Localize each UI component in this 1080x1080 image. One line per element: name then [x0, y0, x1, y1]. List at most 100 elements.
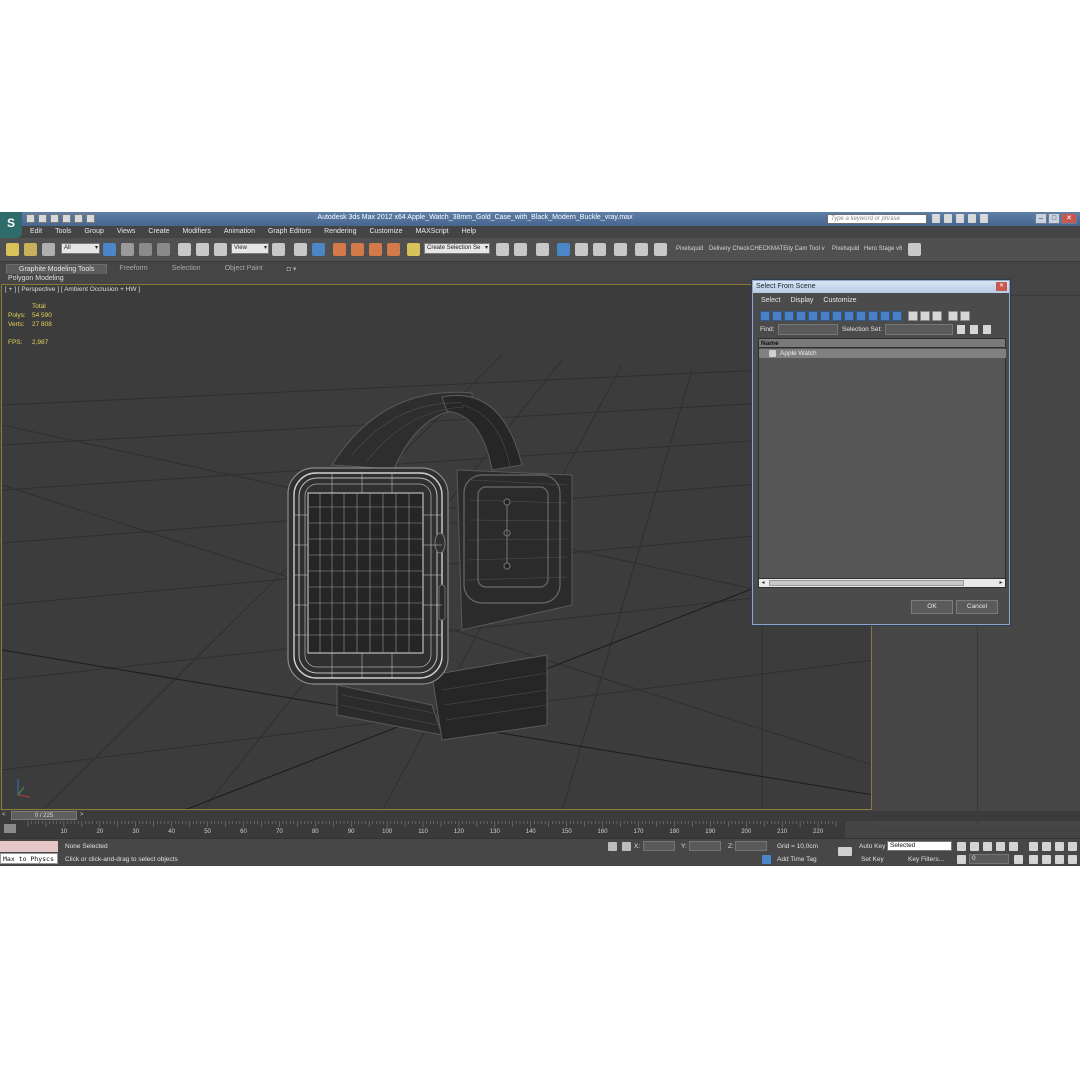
time-slider-prev-icon[interactable]: < — [2, 812, 6, 818]
menu-views[interactable]: Views — [109, 226, 141, 238]
dialog-close-icon[interactable]: ✕ — [996, 282, 1007, 291]
percent-snap-icon[interactable] — [369, 243, 382, 256]
filter-shapes-icon[interactable] — [772, 311, 782, 321]
menu-edit[interactable]: Edit — [22, 226, 47, 238]
time-slider-next-icon[interactable]: > — [80, 812, 84, 818]
filter-helpers-icon[interactable] — [808, 311, 818, 321]
subscription-icon[interactable] — [944, 214, 952, 223]
ref-coord-dropdown[interactable]: View — [231, 243, 269, 254]
tab-freeform[interactable]: Freeform — [107, 264, 159, 274]
rect-selection-icon[interactable] — [139, 243, 152, 256]
time-slider-thumb[interactable]: 0 / 225 — [11, 811, 77, 820]
menu-create[interactable]: Create — [140, 226, 174, 238]
spinner-snap-icon[interactable] — [387, 243, 400, 256]
window-crossing-icon[interactable] — [157, 243, 170, 256]
filter-spacewarps-icon[interactable] — [820, 311, 830, 321]
selection-filter-dropdown[interactable]: All — [61, 243, 100, 254]
maximize-icon[interactable]: □ — [1048, 213, 1060, 224]
list-item[interactable]: Apple Watch — [759, 349, 1006, 358]
orbit-icon[interactable] — [1055, 855, 1064, 864]
filter-geometry-icon[interactable] — [760, 311, 770, 321]
y-coord-field[interactable] — [689, 841, 721, 851]
menu-help[interactable]: Help — [454, 226, 481, 238]
plugin-pixelsquid[interactable]: Pixelsquid — [676, 246, 703, 252]
curve-editor-icon[interactable] — [575, 243, 588, 256]
z-coord-field[interactable] — [735, 841, 767, 851]
select-manipulate-icon[interactable] — [294, 243, 307, 256]
x-coord-field[interactable] — [643, 841, 675, 851]
tab-object-paint[interactable]: Object Paint — [213, 264, 275, 274]
dialog-menu-customize[interactable]: Customize — [823, 297, 856, 304]
angle-snap-icon[interactable] — [351, 243, 364, 256]
rotate-icon[interactable] — [196, 243, 209, 256]
edit-named-selection-icon[interactable] — [407, 243, 420, 256]
case-sensitive-icon[interactable] — [983, 325, 991, 334]
menu-maxscript[interactable]: MAXScript — [408, 226, 454, 238]
selection-lock-icon[interactable] — [608, 842, 617, 851]
material-editor-icon[interactable] — [614, 243, 627, 256]
field-of-view-icon[interactable] — [1029, 855, 1038, 864]
plugin-checkmate[interactable]: CHECKMATE — [750, 246, 787, 252]
scale-icon[interactable] — [214, 243, 227, 256]
set-key-button[interactable]: Set Key — [861, 856, 884, 863]
key-icon[interactable] — [838, 847, 852, 856]
list-column-name[interactable]: Name — [759, 339, 1005, 348]
render-frame-icon[interactable] — [654, 243, 667, 256]
horizontal-scrollbar[interactable]: ◂ ▸ — [759, 578, 1005, 587]
close-icon[interactable]: ✕ — [1061, 213, 1077, 224]
filter-xrefs-icon[interactable] — [844, 311, 854, 321]
app-logo-button[interactable]: S — [0, 212, 22, 238]
add-time-tag-button[interactable]: Add Time Tag — [777, 856, 817, 863]
prev-frame-icon[interactable] — [970, 842, 979, 851]
teapot-icon[interactable] — [908, 243, 921, 256]
menu-modifiers[interactable]: Modifiers — [174, 226, 215, 238]
redo-icon[interactable] — [74, 214, 83, 223]
zoom-icon[interactable] — [1029, 842, 1038, 851]
project-folder-icon[interactable] — [86, 214, 95, 223]
absolute-mode-icon[interactable] — [622, 842, 631, 851]
ribbon-panel-label[interactable]: Polygon Modeling — [8, 275, 64, 282]
select-children-icon[interactable] — [970, 325, 978, 334]
goto-start-icon[interactable] — [957, 842, 966, 851]
time-tag-icon[interactable] — [762, 855, 771, 864]
maxscript-input[interactable]: Max to Physcs — [0, 853, 58, 864]
display-all-icon[interactable] — [908, 311, 918, 321]
unlink-icon[interactable] — [24, 243, 37, 256]
save-file-icon[interactable] — [50, 214, 59, 223]
render-setup-icon[interactable] — [635, 243, 648, 256]
select-dependents-icon[interactable] — [957, 325, 965, 334]
display-none-icon[interactable] — [920, 311, 930, 321]
sort-filter-icon[interactable] — [948, 311, 958, 321]
link-icon[interactable] — [6, 243, 19, 256]
favorites-star-icon[interactable] — [968, 214, 976, 223]
tab-selection[interactable]: Selection — [160, 264, 213, 274]
maximize-viewport-icon[interactable] — [1068, 855, 1077, 864]
ribbon-options-icon[interactable]: ◘ ▾ — [275, 264, 309, 274]
scene-render[interactable] — [2, 285, 872, 810]
find-input[interactable] — [778, 324, 838, 335]
scroll-left-icon[interactable]: ◂ — [759, 579, 767, 587]
selection-set-dropdown[interactable] — [885, 324, 953, 335]
plugin-cam-tool[interactable]: ity Cam Tool v — [787, 246, 825, 252]
dialog-title-bar[interactable]: Select From Scene ✕ — [753, 281, 1009, 293]
ok-button[interactable]: OK — [911, 600, 953, 614]
perspective-viewport[interactable]: [ + ] [ Perspective ] [ Ambient Occlusio… — [1, 284, 872, 810]
filter-groups-icon[interactable] — [832, 311, 842, 321]
filter-hidden-icon[interactable] — [892, 311, 902, 321]
dialog-menu-select[interactable]: Select — [761, 297, 780, 304]
undo-icon[interactable] — [62, 214, 71, 223]
current-frame-field[interactable]: 0 — [969, 854, 1009, 864]
track-bar[interactable]: 10 20 30 40 50 60 70 80 90 100 110 120 130 140 150 160 1… — [0, 821, 845, 838]
display-invert-icon[interactable] — [932, 311, 942, 321]
zoom-all-icon[interactable] — [1042, 842, 1051, 851]
graphite-toggle-icon[interactable] — [557, 243, 570, 256]
filter-containers-icon[interactable] — [868, 311, 878, 321]
menu-rendering[interactable]: Rendering — [316, 226, 361, 238]
scrollbar-thumb[interactable] — [769, 580, 964, 586]
menu-graph-editors[interactable]: Graph Editors — [260, 226, 316, 238]
next-frame-icon[interactable] — [996, 842, 1005, 851]
pivot-center-icon[interactable] — [272, 243, 285, 256]
help-icon[interactable] — [980, 214, 988, 223]
time-slider[interactable]: < 0 / 225 > — [0, 811, 1080, 821]
menu-tools[interactable]: Tools — [47, 226, 76, 238]
